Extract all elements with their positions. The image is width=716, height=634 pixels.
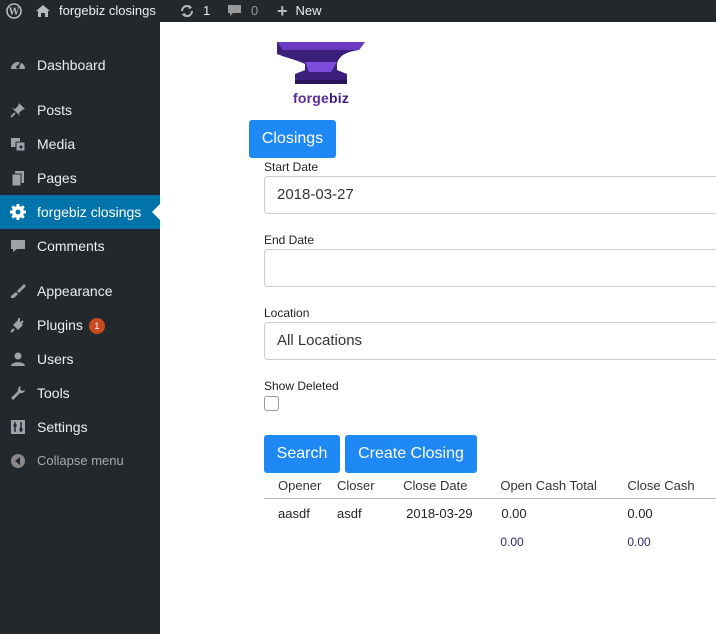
total-opener (264, 528, 337, 556)
sidebar-item-label: Media (37, 136, 76, 152)
table-header-row: Opener Closer Close Date Open Cash Total… (264, 474, 716, 499)
column-header-closer: Closer (336, 474, 404, 499)
plugins-update-badge: 1 (88, 318, 105, 334)
sidebar-item-label: Comments (37, 238, 105, 254)
sidebar-item-label: Dashboard (37, 57, 106, 73)
updates-count: 1 (203, 3, 211, 18)
closings-table: Opener Closer Close Date Open Cash Total… (264, 474, 716, 556)
sidebar-item-tools[interactable]: Tools (0, 376, 160, 410)
comments-link[interactable]: 0 (227, 0, 258, 22)
column-header-close-date: Close Date (403, 474, 501, 499)
svg-text:W: W (8, 8, 20, 18)
closings-title-button[interactable]: Closings (249, 120, 336, 158)
total-open-cash: 0.00 (500, 535, 524, 549)
column-header-open-cash-total: Open Cash Total (500, 474, 628, 499)
anvil-logo-icon (277, 42, 365, 84)
sidebar-item-posts[interactable]: Posts (0, 93, 160, 127)
table-row[interactable]: aasdf asdf 2018-03-29 0.00 0.00 (264, 498, 716, 528)
sidebar-item-label: Plugins 1 (37, 308, 105, 342)
dashboard-icon (11, 61, 25, 69)
plus-icon: + (277, 1, 288, 21)
sidebar-item-forgebiz-closings[interactable]: forgebiz closings (0, 195, 160, 229)
end-date-label: End Date (264, 233, 315, 247)
location-select[interactable]: All Locations (264, 322, 716, 360)
comment-icon (11, 240, 25, 252)
start-date-input[interactable]: 2018-03-27 (264, 176, 716, 214)
cell-opener: aasdf (278, 505, 310, 521)
sidebar-item-pages[interactable]: Pages (0, 161, 160, 195)
sidebar-item-settings[interactable]: Settings (0, 410, 160, 444)
sidebar-item-media[interactable]: Media (0, 127, 160, 161)
sidebar-item-label: Appearance (37, 283, 113, 299)
wordpress-logo-icon[interactable]: W (6, 0, 22, 22)
forgebiz-logo: forgebiz (275, 40, 370, 106)
media-icon (11, 138, 26, 152)
wrench-icon (11, 386, 25, 400)
sidebar-item-comments[interactable]: Comments (0, 229, 160, 263)
sidebar-item-label: forgebiz closings (37, 204, 142, 220)
total-closer (337, 528, 403, 556)
show-deleted-checkbox[interactable] (264, 396, 279, 411)
logo-text-forge: forge (293, 90, 329, 106)
updates-link[interactable]: 1 (179, 0, 210, 22)
refresh-icon (181, 5, 193, 17)
totals-row: 0.00 0.00 (264, 528, 716, 556)
sidebar-item-label: Users (37, 351, 74, 367)
home-icon (36, 5, 50, 17)
start-date-label: Start Date (264, 160, 319, 174)
search-button[interactable]: Search (264, 435, 340, 473)
cell-open-cash-total: 0.00 (501, 505, 527, 521)
pages-icon (11, 171, 24, 187)
location-label: Location (264, 306, 310, 320)
sidebar-item-label: Pages (37, 170, 77, 186)
cell-close-cash: 0.00 (627, 505, 653, 521)
cell-close-date: 2018-03-29 (406, 505, 473, 521)
total-close-cash: 0.00 (627, 535, 651, 549)
main-content: forgebiz Closings Start Date 2018-03-27 … (160, 22, 716, 634)
sidebar-item-label: Posts (37, 102, 73, 118)
brush-icon (11, 284, 26, 298)
end-date-input[interactable] (264, 249, 716, 287)
new-label: New (295, 3, 322, 18)
site-name: forgebiz closings (59, 3, 156, 18)
admin-sidebar: Dashboard Posts Media Pages forgebiz clo… (0, 22, 160, 634)
pin-icon (10, 103, 25, 118)
collapse-menu-button[interactable]: Collapse menu (0, 444, 160, 478)
plug-icon (10, 318, 24, 333)
sidebar-item-users[interactable]: Users (0, 342, 160, 376)
create-closing-button[interactable]: Create Closing (345, 435, 477, 473)
sidebar-item-plugins[interactable]: Plugins 1 (0, 308, 160, 342)
sidebar-item-label: Collapse menu (37, 453, 124, 468)
column-header-opener: Opener (264, 474, 337, 499)
sidebar-item-label: Settings (37, 419, 88, 435)
logo-text-biz: biz (329, 90, 350, 106)
site-home-link[interactable]: forgebiz closings (35, 0, 156, 22)
user-icon (11, 352, 25, 366)
column-header-close-cash: Close Cash (627, 474, 716, 499)
sidebar-item-appearance[interactable]: Appearance (0, 274, 160, 308)
cell-closer: asdf (336, 505, 362, 521)
logo-wordmark: forgebiz (293, 90, 349, 106)
comments-count: 0 (251, 3, 259, 18)
sidebar-item-label: Tools (37, 385, 70, 401)
gear-icon (10, 204, 26, 220)
sliders-icon (11, 420, 25, 434)
comment-bubble-icon (228, 5, 241, 16)
plugins-label: Plugins (37, 317, 83, 333)
sidebar-item-dashboard[interactable]: Dashboard (0, 48, 160, 82)
collapse-icon (11, 454, 25, 468)
total-close-date (403, 528, 500, 556)
admin-bar: W forgebiz closings 1 0 + New (0, 0, 716, 22)
show-deleted-label: Show Deleted (264, 379, 339, 393)
new-content-link[interactable]: + New (277, 0, 322, 22)
